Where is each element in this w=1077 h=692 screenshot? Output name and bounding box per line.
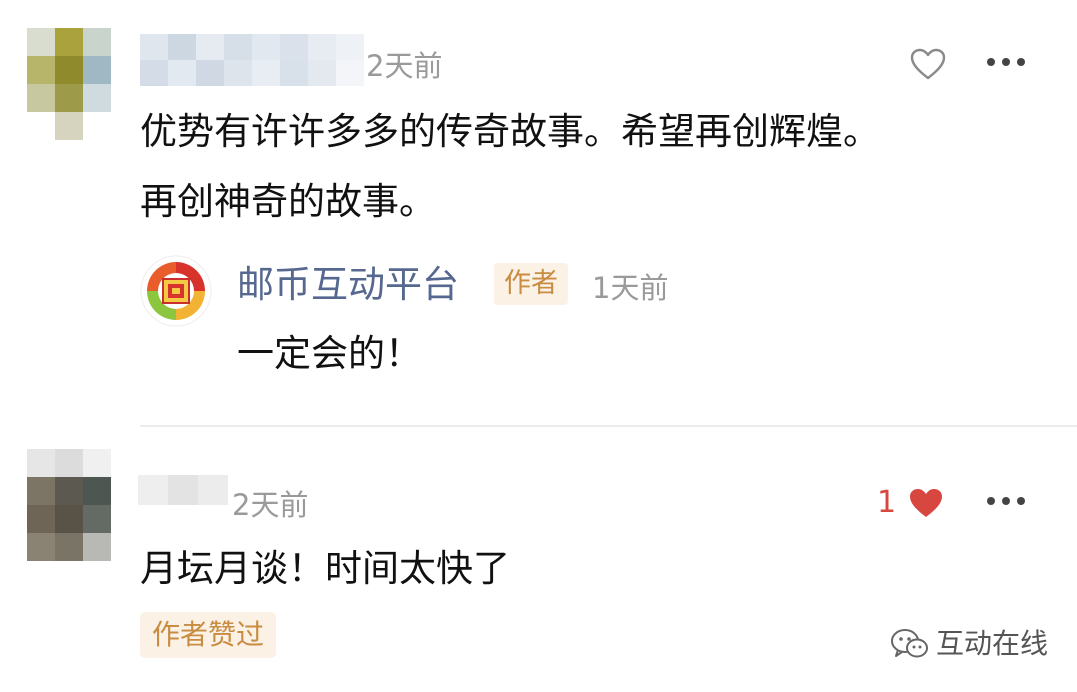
more-dots-icon bbox=[987, 58, 1025, 66]
comment-text-line-1: 优势有许许多多的传奇故事。希望再创辉煌。 bbox=[140, 110, 880, 153]
heart-filled-icon bbox=[910, 489, 943, 517]
more-button[interactable] bbox=[982, 44, 1030, 80]
like-button[interactable] bbox=[905, 44, 951, 84]
like-count: 1 bbox=[877, 485, 897, 520]
comment-text-line-2: 再创神奇的故事。 bbox=[140, 180, 436, 223]
comment-item: 2天前 优势有许许多多的传奇故事。希望再创辉煌。 再创神奇的故事。 邮币互动平台… bbox=[0, 0, 1077, 425]
author-name[interactable]: 邮币互动平台 bbox=[237, 263, 459, 307]
commenter-avatar[interactable] bbox=[27, 28, 111, 140]
more-dots-icon bbox=[987, 497, 1025, 505]
author-avatar[interactable] bbox=[140, 255, 212, 327]
heart-outline-icon bbox=[910, 48, 946, 80]
more-button[interactable] bbox=[982, 483, 1030, 519]
stamp-logo-icon bbox=[140, 255, 212, 327]
reply-time: 1天前 bbox=[592, 271, 669, 305]
wechat-icon bbox=[891, 629, 928, 658]
commenter-avatar[interactable] bbox=[27, 449, 111, 561]
commenter-name bbox=[140, 34, 365, 86]
comment-time: 2天前 bbox=[366, 49, 443, 83]
watermark-label: 互动在线 bbox=[936, 627, 1049, 660]
author-reply: 邮币互动平台 作者 1天前 一定会的！ bbox=[140, 255, 1040, 385]
like-button[interactable]: 1 bbox=[877, 483, 949, 523]
commenter-name bbox=[138, 475, 228, 505]
comment-time: 2天前 bbox=[232, 488, 309, 522]
author-badge: 作者 bbox=[494, 263, 568, 305]
reply-text: 一定会的！ bbox=[237, 332, 422, 375]
author-liked-badge: 作者赞过 bbox=[140, 612, 277, 658]
comment-text: 月坛月谈！时间太快了 bbox=[140, 547, 510, 590]
watermark: 互动在线 bbox=[890, 624, 1048, 664]
